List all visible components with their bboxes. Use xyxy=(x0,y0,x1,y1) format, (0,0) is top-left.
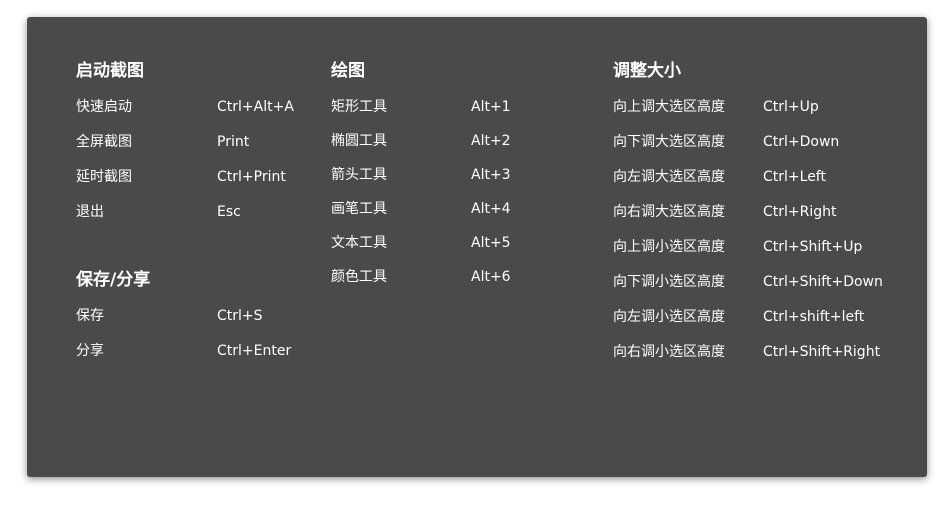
shortcut-label-fullscreen: 全屏截图 xyxy=(76,134,132,150)
section-title-draw: 绘图 xyxy=(331,61,365,81)
shortcut-key-delay: Ctrl+Print xyxy=(217,169,286,185)
shortcut-panel: 启动截图 快速启动 Ctrl+Alt+A 全屏截图 Print 延时截图 Ctr… xyxy=(27,17,927,477)
shortcut-key-ellipse-tool: Alt+2 xyxy=(471,133,511,149)
shortcut-label-grow-down: 向下调大选区高度 xyxy=(613,134,725,150)
shortcut-key-quick-start: Ctrl+Alt+A xyxy=(217,99,294,115)
shortcut-key-grow-right: Ctrl+Right xyxy=(763,204,837,220)
shortcut-key-exit: Esc xyxy=(217,204,241,220)
shortcut-label-save: 保存 xyxy=(76,308,104,324)
shortcut-label-shrink-right: 向右调小选区高度 xyxy=(613,344,725,360)
shortcut-key-grow-up: Ctrl+Up xyxy=(763,99,819,115)
shortcut-key-rect-tool: Alt+1 xyxy=(471,99,511,115)
shortcut-key-shrink-up: Ctrl+Shift+Up xyxy=(763,239,863,255)
shortcut-label-shrink-up: 向上调小选区高度 xyxy=(613,239,725,255)
shortcut-label-pen-tool: 画笔工具 xyxy=(331,201,387,217)
section-title-save: 保存/分享 xyxy=(76,270,151,290)
shortcut-label-color-tool: 颜色工具 xyxy=(331,269,387,285)
shortcut-key-shrink-right: Ctrl+Shift+Right xyxy=(763,344,881,360)
shortcut-label-arrow-tool: 箭头工具 xyxy=(331,167,387,183)
shortcut-key-arrow-tool: Alt+3 xyxy=(471,167,511,183)
shortcut-label-exit: 退出 xyxy=(76,204,104,220)
shortcut-label-shrink-left: 向左调小选区高度 xyxy=(613,309,725,325)
shortcut-key-shrink-down: Ctrl+Shift+Down xyxy=(763,274,883,290)
shortcut-key-grow-left: Ctrl+Left xyxy=(763,169,826,185)
shortcut-label-rect-tool: 矩形工具 xyxy=(331,99,387,115)
shortcut-key-color-tool: Alt+6 xyxy=(471,269,511,285)
shortcut-label-quick-start: 快速启动 xyxy=(76,99,132,115)
shortcut-key-fullscreen: Print xyxy=(217,134,250,150)
shortcut-key-share: Ctrl+Enter xyxy=(217,343,292,359)
shortcut-label-delay: 延时截图 xyxy=(76,169,132,185)
section-title-start: 启动截图 xyxy=(76,61,144,81)
shortcut-label-ellipse-tool: 椭圆工具 xyxy=(331,133,387,149)
shortcut-key-shrink-left: Ctrl+shift+left xyxy=(763,309,865,325)
shortcut-key-save: Ctrl+S xyxy=(217,308,263,324)
shortcut-key-text-tool: Alt+5 xyxy=(471,235,511,251)
section-title-resize: 调整大小 xyxy=(613,61,681,81)
shortcut-label-text-tool: 文本工具 xyxy=(331,235,387,251)
shortcut-label-grow-left: 向左调大选区高度 xyxy=(613,169,725,185)
shortcut-label-grow-right: 向右调大选区高度 xyxy=(613,204,725,220)
shortcut-label-share: 分享 xyxy=(76,343,104,359)
shortcut-label-shrink-down: 向下调小选区高度 xyxy=(613,274,725,290)
shortcut-label-grow-up: 向上调大选区高度 xyxy=(613,99,725,115)
shortcut-key-pen-tool: Alt+4 xyxy=(471,201,511,217)
shortcut-key-grow-down: Ctrl+Down xyxy=(763,134,840,150)
